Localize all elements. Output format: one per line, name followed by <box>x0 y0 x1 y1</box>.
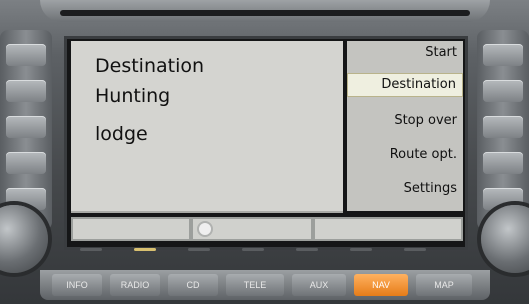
softkey-indicator-row <box>60 246 470 254</box>
gear-icon <box>197 221 213 237</box>
left-button-column <box>0 30 52 230</box>
hardkey-map[interactable]: MAP <box>416 274 472 296</box>
left-side-button-1[interactable] <box>6 44 46 66</box>
menu-item-stop-over[interactable]: Stop over <box>394 113 457 128</box>
right-button-column <box>477 30 529 230</box>
softkey-center[interactable] <box>193 219 311 239</box>
destination-title: Destination <box>95 55 205 77</box>
indicator-dot <box>350 248 372 251</box>
menu-item-route-options[interactable]: Route opt. <box>390 147 457 162</box>
hardkey-aux[interactable]: AUX <box>292 274 346 296</box>
menu-item-settings[interactable]: Settings <box>404 181 457 196</box>
softkey-bar <box>71 217 463 241</box>
softkey-left[interactable] <box>73 219 189 239</box>
right-side-button-1[interactable] <box>483 44 523 66</box>
indicator-dot <box>242 248 264 251</box>
destination-name-line-2: lodge <box>95 123 148 145</box>
menu-item-start[interactable]: Start <box>425 45 457 60</box>
indicator-dot <box>296 248 318 251</box>
indicator-dot <box>134 248 156 251</box>
softkey-right[interactable] <box>315 219 461 239</box>
destination-name-line-1: Hunting <box>95 85 171 107</box>
hardkey-nav[interactable]: NAV <box>354 274 408 296</box>
indicator-dot <box>188 248 210 251</box>
hardkey-info[interactable]: INFO <box>52 274 102 296</box>
hardkey-radio[interactable]: RADIO <box>110 274 160 296</box>
nav-screen: Destination Hunting lodge Start Destinat… <box>64 36 468 250</box>
destination-panel: Destination Hunting lodge <box>71 41 343 213</box>
hardkey-cd[interactable]: CD <box>168 274 218 296</box>
right-side-button-2[interactable] <box>483 80 523 102</box>
head-unit-bezel: Destination Hunting lodge Start Destinat… <box>0 0 529 304</box>
left-side-button-4[interactable] <box>6 152 46 174</box>
left-side-button-3[interactable] <box>6 116 46 138</box>
right-side-button-3[interactable] <box>483 116 523 138</box>
left-side-button-2[interactable] <box>6 80 46 102</box>
hardkey-bar: INFO RADIO CD TELE AUX NAV MAP <box>40 270 490 300</box>
hardkey-tele[interactable]: TELE <box>226 274 284 296</box>
disc-slot <box>60 10 470 16</box>
nav-menu: Start Destination Stop over Route opt. S… <box>347 41 463 211</box>
menu-item-destination[interactable]: Destination <box>347 73 463 97</box>
indicator-dot <box>404 248 426 251</box>
right-side-button-4[interactable] <box>483 152 523 174</box>
indicator-dot <box>80 248 102 251</box>
